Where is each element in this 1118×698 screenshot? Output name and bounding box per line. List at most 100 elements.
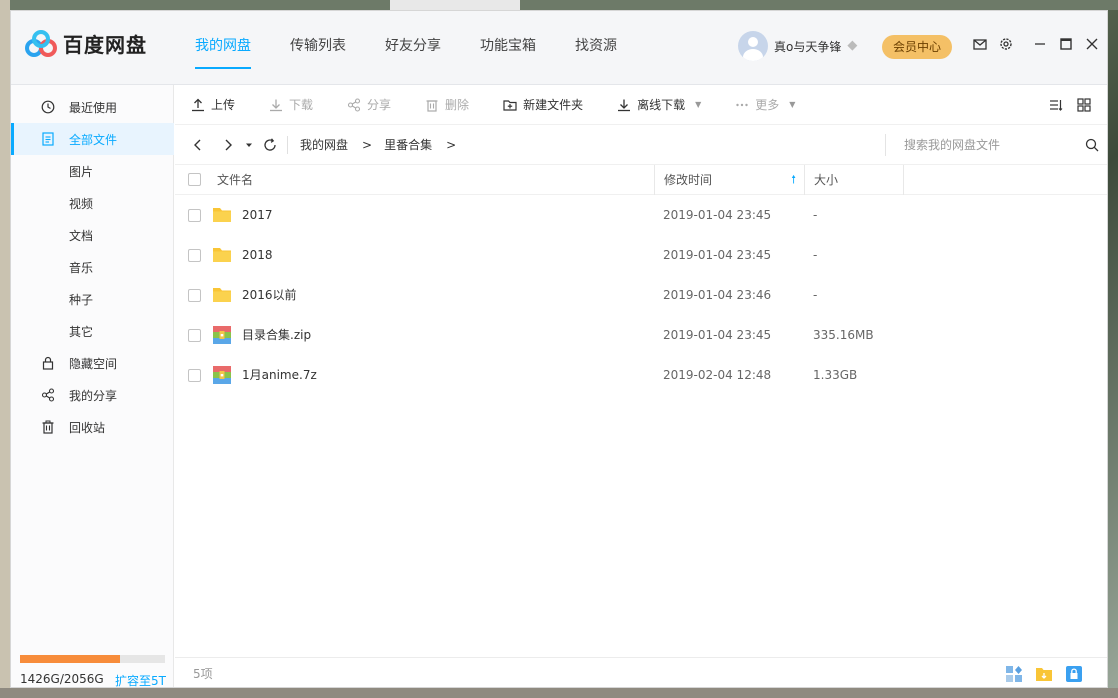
row-checkbox[interactable] xyxy=(188,249,201,262)
table-row[interactable]: 2016以前 2019-01-04 23:46 - xyxy=(175,275,1107,315)
path-divider xyxy=(287,135,288,154)
sidebar: 最近使用 全部文件 图片 视频 文档 音乐 种子 其它 隐藏空间 我的分享 回收 xyxy=(11,85,174,687)
maximize-icon[interactable] xyxy=(1059,37,1073,51)
table-row[interactable]: 2017 2019-01-04 23:45 - xyxy=(175,195,1107,235)
vip-center-button[interactable]: 会员中心 xyxy=(882,35,952,59)
nav-toolbox[interactable]: 功能宝箱 xyxy=(480,11,536,85)
share-button[interactable]: 分享 xyxy=(347,96,391,113)
username[interactable]: 真o与天争锋 xyxy=(774,38,841,55)
new-folder-button[interactable]: 新建文件夹 xyxy=(503,96,583,113)
more-button[interactable]: 更多 ▼ xyxy=(735,96,795,113)
status-bar: 5项 xyxy=(175,657,1107,687)
file-name[interactable]: 1月anime.7z xyxy=(242,355,317,395)
search-icon[interactable] xyxy=(1085,138,1099,152)
file-icon xyxy=(41,132,55,146)
file-name[interactable]: 2018 xyxy=(242,235,273,275)
row-checkbox[interactable] xyxy=(188,289,201,302)
refresh-icon[interactable] xyxy=(263,137,277,152)
nav-find-resources[interactable]: 找资源 xyxy=(575,11,617,85)
more-dots-icon xyxy=(736,103,748,106)
sidebar-item-videos[interactable]: 视频 xyxy=(11,187,174,219)
row-checkbox[interactable] xyxy=(188,209,201,222)
grid-view-icon[interactable] xyxy=(1077,98,1091,112)
sidebar-item-images[interactable]: 图片 xyxy=(11,155,174,187)
column-header-time-label: 修改时间 xyxy=(664,173,713,187)
sidebar-item-label: 音乐 xyxy=(69,260,94,275)
upload-button[interactable]: 上传 xyxy=(191,96,235,113)
column-header-time[interactable]: 修改时间 🠕 xyxy=(654,165,804,195)
file-name[interactable]: 目录合集.zip xyxy=(242,315,311,355)
mail-icon[interactable] xyxy=(973,37,987,51)
file-size: 1.33GB xyxy=(813,368,858,382)
window-controls xyxy=(973,37,1107,51)
settings-icon[interactable] xyxy=(999,37,1013,51)
sidebar-item-recent[interactable]: 最近使用 xyxy=(11,91,174,123)
sidebar-item-others[interactable]: 其它 xyxy=(11,315,174,347)
table-row[interactable]: 2018 2019-01-04 23:45 - xyxy=(175,235,1107,275)
download-button[interactable]: 下载 xyxy=(269,96,313,113)
column-header-size[interactable]: 大小 xyxy=(804,165,904,195)
baidu-cloud-logo-icon xyxy=(25,29,57,57)
file-modified-time: 2019-01-04 23:45 xyxy=(663,328,772,342)
minimize-icon[interactable] xyxy=(1033,37,1047,51)
row-checkbox[interactable] xyxy=(188,329,201,342)
history-dropdown-icon[interactable] xyxy=(245,138,253,152)
sidebar-item-my-shares[interactable]: 我的分享 xyxy=(11,379,174,411)
file-name[interactable]: 2016以前 xyxy=(242,275,297,315)
main-panel: 上传 下载 分享 删除 新建文件夹 离线下载 ▼ 更多 ▼ 我的网盘 > 里番合… xyxy=(175,85,1107,687)
file-list: 2017 2019-01-04 23:45 - 2018 2019-01-04 23:4… xyxy=(175,195,1107,395)
sidebar-item-label: 种子 xyxy=(69,292,94,307)
sidebar-item-torrents[interactable]: 种子 xyxy=(11,283,174,315)
nav-transfer-list[interactable]: 传输列表 xyxy=(290,11,346,85)
chevron-down-icon: ▼ xyxy=(695,100,702,109)
file-size: 335.16MB xyxy=(813,328,874,342)
search-input[interactable] xyxy=(904,134,1074,156)
sidebar-item-label: 文档 xyxy=(69,228,94,243)
avatar[interactable] xyxy=(738,31,768,61)
app-name: 百度网盘 xyxy=(63,33,147,57)
breadcrumb-my-disk[interactable]: 我的网盘 xyxy=(300,136,348,153)
back-icon[interactable] xyxy=(191,138,205,152)
select-all-checkbox[interactable] xyxy=(188,173,201,186)
folder-icon xyxy=(212,205,232,225)
apps-icon[interactable] xyxy=(1005,665,1023,683)
offline-download-button[interactable]: 离线下载 ▼ xyxy=(617,96,701,113)
nav-friend-share[interactable]: 好友分享 xyxy=(385,11,441,85)
column-header-name[interactable]: 文件名 xyxy=(217,165,653,195)
sidebar-item-recycle-bin[interactable]: 回收站 xyxy=(11,411,174,443)
delete-button[interactable]: 删除 xyxy=(425,96,469,113)
close-icon[interactable] xyxy=(1085,37,1099,51)
more-label: 更多 xyxy=(755,98,780,112)
clock-icon xyxy=(41,100,55,114)
file-name[interactable]: 2017 xyxy=(242,195,273,235)
table-row[interactable]: 目录合集.zip 2019-01-04 23:45 335.16MB xyxy=(175,315,1107,355)
expand-storage-link[interactable]: 扩容至5T xyxy=(115,672,166,687)
breadcrumb-current-folder[interactable]: 里番合集 xyxy=(384,136,432,153)
sidebar-item-hidden-space[interactable]: 隐藏空间 xyxy=(11,347,174,379)
file-modified-time: 2019-02-04 12:48 xyxy=(663,368,772,382)
app-logo[interactable]: 百度网盘 xyxy=(25,29,147,58)
trash-icon xyxy=(426,99,438,112)
user-profile[interactable]: 真o与天争锋 ◆ xyxy=(738,31,863,61)
sidebar-item-label: 全部文件 xyxy=(69,132,118,147)
upload-icon xyxy=(192,98,204,111)
sort-list-icon[interactable] xyxy=(1049,98,1063,112)
view-switcher xyxy=(1035,98,1091,112)
lock-icon[interactable] xyxy=(1065,665,1083,683)
folder-sync-icon[interactable] xyxy=(1035,665,1053,683)
main-nav: 我的网盘 传输列表 好友分享 功能宝箱 找资源 xyxy=(195,11,656,85)
table-row[interactable]: 1月anime.7z 2019-02-04 12:48 1.33GB xyxy=(175,355,1107,395)
sidebar-item-music[interactable]: 音乐 xyxy=(11,251,174,283)
archive-icon xyxy=(212,365,232,385)
folder-icon xyxy=(212,245,232,265)
sidebar-item-documents[interactable]: 文档 xyxy=(11,219,174,251)
folder-icon xyxy=(212,285,232,305)
storage-quota-text: 1426G/2056G xyxy=(20,672,104,686)
sidebar-item-all-files[interactable]: 全部文件 xyxy=(11,123,174,155)
nav-my-disk[interactable]: 我的网盘 xyxy=(195,11,251,85)
row-checkbox[interactable] xyxy=(188,369,201,382)
forward-icon[interactable] xyxy=(221,138,235,152)
breadcrumb-separator: > xyxy=(446,137,457,152)
sidebar-item-label: 图片 xyxy=(69,164,94,179)
vip-diamond-icon: ◆ xyxy=(847,38,858,53)
